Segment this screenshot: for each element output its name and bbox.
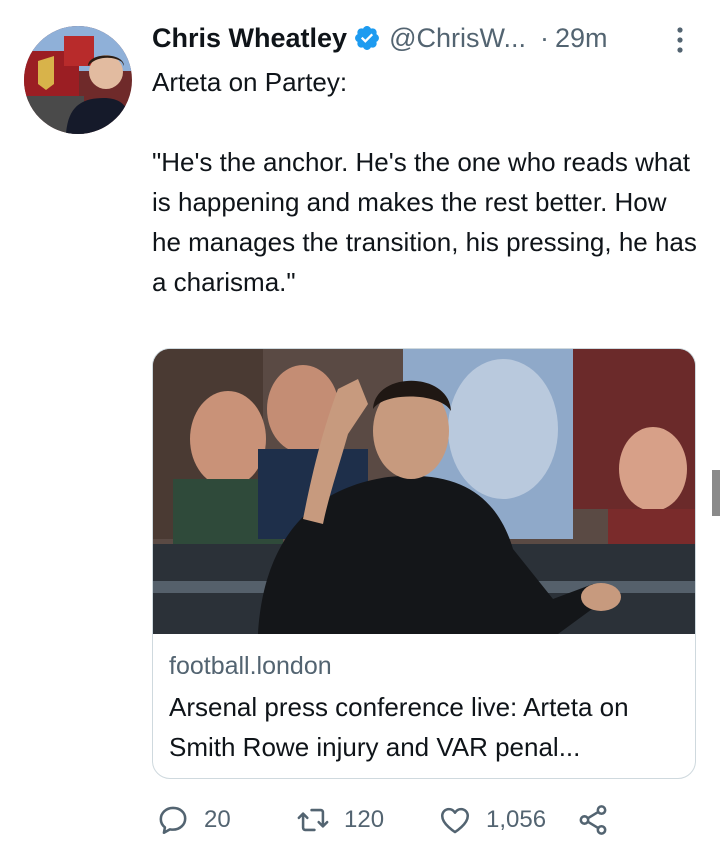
share-icon (579, 805, 607, 835)
reply-count: 20 (204, 806, 231, 833)
scrollbar-thumb[interactable] (712, 470, 720, 516)
author-name[interactable]: Chris Wheatley (152, 23, 347, 54)
like-count: 1,056 (486, 806, 547, 833)
author-handle[interactable]: @ChrisW... (389, 23, 526, 54)
avatar[interactable] (24, 26, 132, 134)
retweet-icon (297, 808, 329, 832)
reply-icon (159, 806, 187, 835)
reply-button[interactable]: 20 (156, 800, 231, 840)
avatar-image (24, 26, 132, 134)
tweet-text: Arteta on Partey: "He's the anchor. He's… (152, 67, 697, 297)
share-button[interactable] (576, 800, 610, 840)
retweet-count: 120 (344, 806, 385, 833)
like-button[interactable]: 1,056 (438, 800, 546, 840)
tweet-header: Chris Wheatley @ChrisW... · 29m (152, 20, 608, 56)
separator-dot: · (539, 22, 549, 53)
retweet-button[interactable]: 120 (296, 800, 384, 840)
card-domain: football.london (169, 652, 332, 680)
tweet[interactable]: Chris Wheatley @ChrisW... · 29m Arteta o… (0, 0, 720, 849)
card-title: Arsenal press conference live: Arteta on… (169, 692, 629, 762)
more-vertical-icon[interactable] (670, 22, 690, 58)
verified-badge-icon (353, 24, 381, 52)
card-image (153, 349, 695, 634)
like-icon (440, 807, 470, 834)
tweet-timestamp[interactable]: 29m (555, 23, 608, 54)
link-card[interactable]: football.london Arsenal press conference… (152, 348, 696, 779)
action-bar: 20 120 1,056 (152, 800, 712, 840)
